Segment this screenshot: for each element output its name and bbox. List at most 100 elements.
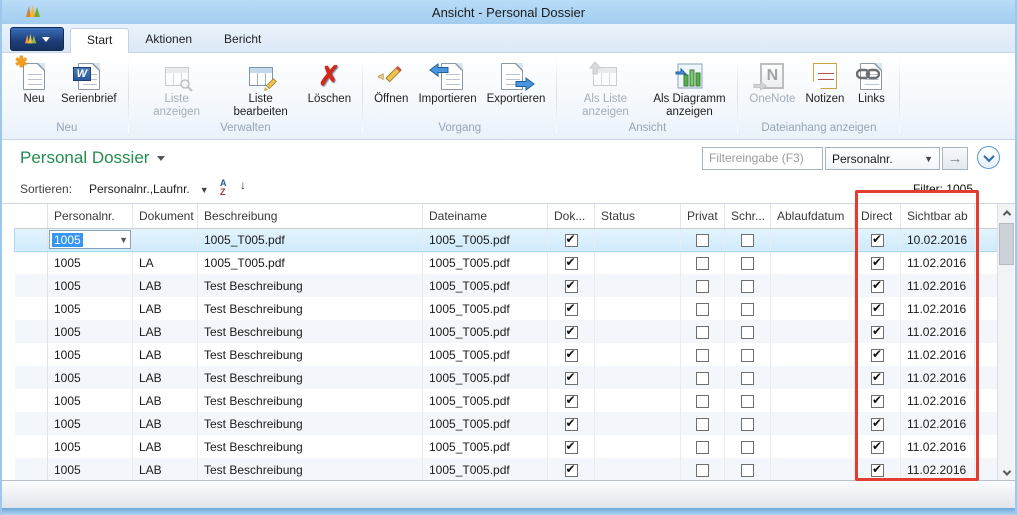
cell-privat[interactable] — [681, 412, 725, 435]
column-header-beschreibung[interactable]: Beschreibung — [198, 204, 423, 228]
cell-ablaufdatum[interactable] — [771, 412, 855, 435]
cell-personalnr[interactable]: 1005 — [48, 343, 133, 366]
schr-checkbox[interactable] — [741, 326, 754, 339]
cell-sichtbar-ab[interactable]: 11.02.2016 — [901, 297, 975, 320]
table-row[interactable]: 1005LABTest Beschreibung1005_T005.pdf11.… — [15, 412, 998, 435]
apply-filter-button[interactable]: → — [942, 147, 968, 170]
scroll-down-button[interactable] — [998, 464, 1015, 481]
privat-checkbox[interactable] — [696, 372, 709, 385]
cell-personalnr[interactable]: 1005 — [48, 274, 133, 297]
cell-dok[interactable] — [548, 228, 595, 251]
cell-sichtbar-ab[interactable]: 11.02.2016 — [901, 343, 975, 366]
cell-privat[interactable] — [681, 228, 725, 251]
privat-checkbox[interactable] — [696, 395, 709, 408]
row-selector[interactable] — [15, 389, 48, 412]
cell-ablaufdatum[interactable] — [771, 228, 855, 251]
als-diagramm-anzeigen-button[interactable]: Als Diagramm anzeigen — [647, 57, 731, 121]
table-row[interactable]: 1005LABTest Beschreibung1005_T005.pdf11.… — [15, 297, 998, 320]
cell-ablaufdatum[interactable] — [771, 297, 855, 320]
cell-sichtbar-ab[interactable]: 11.02.2016 — [901, 412, 975, 435]
dok-checkbox[interactable] — [565, 234, 578, 247]
privat-checkbox[interactable] — [696, 349, 709, 362]
row-selector[interactable] — [15, 251, 48, 274]
dok-checkbox[interactable] — [565, 257, 578, 270]
cell-sichtbar-ab[interactable]: 11.02.2016 — [901, 389, 975, 412]
direct-checkbox[interactable] — [871, 372, 884, 385]
filter-input[interactable]: Filtereingabe (F3) — [702, 147, 823, 170]
privat-checkbox[interactable] — [696, 257, 709, 270]
cell-ablaufdatum[interactable] — [771, 251, 855, 274]
cell-direct[interactable] — [855, 412, 901, 435]
cell-sichtbar-ab[interactable]: 11.02.2016 — [901, 366, 975, 389]
cell-dokument[interactable]: LAB — [133, 435, 198, 458]
application-menu-button[interactable] — [10, 27, 64, 51]
cell-dok[interactable] — [548, 320, 595, 343]
cell-dokument[interactable]: LAB — [133, 274, 198, 297]
row-selector-header[interactable] — [15, 204, 48, 228]
cell-privat[interactable] — [681, 251, 725, 274]
cell-schr[interactable] — [725, 228, 771, 251]
cell-personalnr[interactable]: 1005 — [48, 458, 133, 481]
row-selector[interactable] — [15, 343, 48, 366]
cell-personalnr[interactable]: 1005 — [48, 435, 133, 458]
privat-checkbox[interactable] — [696, 234, 709, 247]
cell-schr[interactable] — [725, 389, 771, 412]
direct-checkbox[interactable] — [871, 349, 884, 362]
cell-beschreibung[interactable]: Test Beschreibung — [198, 366, 423, 389]
dok-checkbox[interactable] — [565, 418, 578, 431]
dok-checkbox[interactable] — [565, 349, 578, 362]
cell-direct[interactable] — [855, 458, 901, 481]
table-row[interactable]: 1005LABTest Beschreibung1005_T005.pdf11.… — [15, 366, 998, 389]
liste-bearbeiten-button[interactable]: Liste bearbeiten — [219, 57, 303, 121]
column-header-ablaufdatum[interactable]: Ablaufdatum — [771, 204, 855, 228]
cell-dok[interactable] — [548, 274, 595, 297]
cell-status[interactable] — [595, 389, 681, 412]
cell-personalnr[interactable]: 1005 — [48, 366, 133, 389]
cell-direct[interactable] — [855, 228, 901, 251]
cell-schr[interactable] — [725, 320, 771, 343]
cell-schr[interactable] — [725, 458, 771, 481]
chevron-down-icon[interactable]: ▼ — [119, 235, 128, 245]
cell-dateiname[interactable]: 1005_T005.pdf — [423, 343, 548, 366]
links-button[interactable]: Links — [849, 57, 893, 108]
cell-schr[interactable] — [725, 274, 771, 297]
direct-checkbox[interactable] — [871, 464, 884, 477]
cell-schr[interactable] — [725, 251, 771, 274]
column-header-privat[interactable]: Privat — [681, 204, 725, 228]
cell-status[interactable] — [595, 435, 681, 458]
serienbrief-button[interactable]: W Serienbrief — [56, 57, 122, 108]
cell-beschreibung[interactable]: Test Beschreibung — [198, 435, 423, 458]
schr-checkbox[interactable] — [741, 257, 754, 270]
cell-dok[interactable] — [548, 343, 595, 366]
privat-checkbox[interactable] — [696, 418, 709, 431]
schr-checkbox[interactable] — [741, 234, 754, 247]
column-header-dokument[interactable]: Dokument ... — [133, 204, 198, 228]
direct-checkbox[interactable] — [871, 395, 884, 408]
cell-beschreibung[interactable]: 1005_T005.pdf — [198, 251, 423, 274]
column-header-dok[interactable]: Dok... — [548, 204, 595, 228]
schr-checkbox[interactable] — [741, 418, 754, 431]
cell-beschreibung[interactable]: Test Beschreibung — [198, 343, 423, 366]
direct-checkbox[interactable] — [871, 418, 884, 431]
dok-checkbox[interactable] — [565, 326, 578, 339]
schr-checkbox[interactable] — [741, 372, 754, 385]
cell-schr[interactable] — [725, 412, 771, 435]
dok-checkbox[interactable] — [565, 303, 578, 316]
cell-dokument[interactable]: LAB — [133, 458, 198, 481]
direct-checkbox[interactable] — [871, 257, 884, 270]
cell-ablaufdatum[interactable] — [771, 435, 855, 458]
dok-checkbox[interactable] — [565, 441, 578, 454]
tab-start[interactable]: Start — [70, 28, 129, 53]
cell-dokument[interactable]: LAB — [133, 389, 198, 412]
row-selector[interactable] — [15, 458, 48, 481]
table-row[interactable]: 1005LABTest Beschreibung1005_T005.pdf11.… — [15, 343, 998, 366]
table-row[interactable]: 1005LABTest Beschreibung1005_T005.pdf11.… — [15, 435, 998, 458]
vertical-scrollbar[interactable] — [997, 204, 1014, 481]
row-selector[interactable] — [15, 228, 48, 251]
direct-checkbox[interactable] — [871, 303, 884, 316]
cell-ablaufdatum[interactable] — [771, 458, 855, 481]
cell-sichtbar-ab[interactable]: 10.02.2016 — [901, 228, 975, 251]
table-row[interactable]: 1005▼1005_T005.pdf1005_T005.pdf10.02.201… — [15, 228, 998, 251]
cell-direct[interactable] — [855, 274, 901, 297]
scroll-up-button[interactable] — [998, 204, 1015, 221]
